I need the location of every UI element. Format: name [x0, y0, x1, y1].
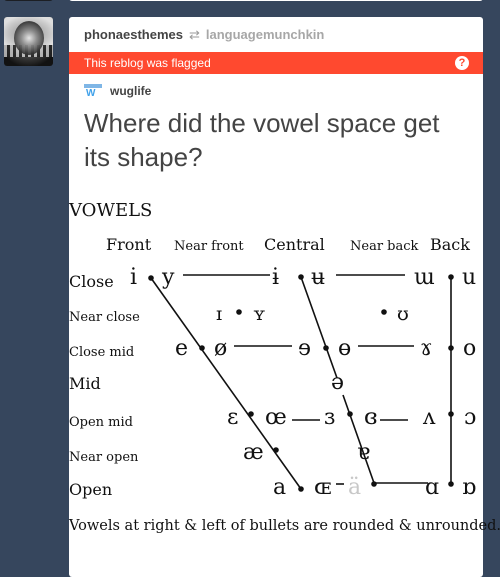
- column-central: Central: [264, 235, 325, 254]
- vowel: e: [175, 336, 188, 361]
- dot: [248, 411, 254, 417]
- vowel: i: [130, 265, 137, 290]
- row-mid: Mid: [69, 374, 101, 393]
- dot: [298, 274, 304, 280]
- vowel: ʉ: [311, 265, 325, 290]
- row-near-open: Near open: [69, 450, 139, 465]
- vowel-chart: VOWELS Front Near front Central Near bac…: [68, 200, 500, 534]
- vowel: y: [161, 265, 175, 290]
- central-line-upper: [300, 276, 338, 379]
- front-line: [150, 277, 302, 490]
- row-open: Open: [69, 480, 112, 499]
- dot: [448, 481, 454, 487]
- column-back: Back: [430, 235, 470, 254]
- vowel: æ: [243, 440, 264, 465]
- vowel: a: [273, 475, 286, 500]
- dot: [448, 274, 454, 280]
- vowel: ɛ: [227, 405, 238, 430]
- vowel: ɐ: [357, 440, 370, 465]
- dot: [371, 481, 377, 487]
- vowel: ə: [331, 370, 344, 395]
- chart-title: VOWELS: [68, 200, 152, 221]
- vowel: ɶ: [314, 475, 331, 500]
- dot: [347, 411, 353, 417]
- vowel: ɞ: [364, 405, 378, 430]
- dot: [273, 447, 279, 453]
- dot: [236, 309, 242, 315]
- vowel: ɘ: [298, 336, 311, 361]
- chart-caption: Vowels at right & left of bullets are ro…: [68, 518, 500, 534]
- vowel: ʏ: [253, 303, 265, 325]
- dot: [298, 486, 304, 492]
- dot: [381, 309, 387, 315]
- vowel-symbols: i y ɨ ʉ ɯ u ɪ ʏ ʊ e ø ɘ ɵ ɤ o ə ɛ œ ɜ ɞ …: [130, 265, 476, 500]
- vowel: ø: [214, 336, 227, 361]
- dot: [148, 275, 154, 281]
- vowel: o: [463, 336, 476, 361]
- vowel: œ: [265, 405, 287, 430]
- vowel: u: [462, 265, 476, 290]
- vowel: ɒ: [462, 475, 476, 500]
- row-near-close: Near close: [69, 310, 140, 325]
- row-open-mid: Open mid: [69, 415, 133, 430]
- vowel: ɯ: [414, 265, 435, 290]
- column-near-back: Near back: [350, 239, 419, 254]
- vowel: ɪ: [216, 303, 222, 325]
- column-near-front: Near front: [174, 239, 244, 254]
- column-front: Front: [106, 235, 152, 254]
- dot: [199, 345, 205, 351]
- dot: [323, 345, 329, 351]
- vowel: ɜ: [324, 405, 335, 430]
- vowel: ɤ: [420, 336, 432, 361]
- vowel: ä: [348, 475, 361, 500]
- dot: [448, 411, 454, 417]
- vowel: ʊ: [397, 303, 409, 325]
- vowel: ɑ: [425, 475, 439, 500]
- vowel: ɵ: [338, 336, 351, 361]
- row-close-mid: Close mid: [69, 345, 134, 360]
- vowel: ʌ: [422, 405, 436, 430]
- dot: [448, 345, 454, 351]
- row-close: Close: [69, 272, 114, 291]
- vowel: ɔ: [464, 405, 476, 430]
- vowel: ɨ: [272, 265, 279, 290]
